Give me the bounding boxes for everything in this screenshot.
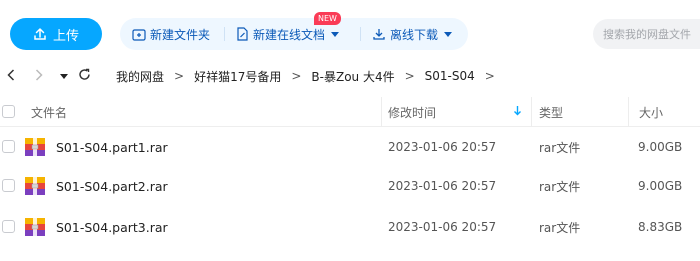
column-divider [381,97,382,127]
upload-button[interactable]: 上传 [10,18,102,50]
file-name[interactable]: S01-S04.part2.rar [56,167,168,205]
forward-button[interactable] [32,62,46,90]
file-modified: 2023-01-06 20:57 [388,179,497,193]
file-name[interactable]: S01-S04.part3.rar [56,208,168,246]
file-modified: 2023-01-06 20:57 [388,140,497,154]
chevron-right-icon: > [291,69,302,83]
column-divider [628,97,629,127]
breadcrumb: 我的网盘 > 好祥猫17号备用 > B-暴Zou 大4件 > S01-S04 > [116,62,505,90]
table-row[interactable]: S01-S04.part2.rar 2023-01-06 20:57 rar文件… [0,167,700,205]
rar-archive-icon [24,217,46,237]
nav-row: 我的网盘 > 好祥猫17号备用 > B-暴Zou 大4件 > S01-S04 > [0,62,700,90]
upload-label: 上传 [52,28,79,44]
download-icon [372,27,386,41]
breadcrumb-item[interactable]: 好祥猫17号备用 [194,68,281,85]
offline-download-label: 离线下载 [390,27,439,42]
refresh-button[interactable] [76,62,92,90]
chevron-down-icon [444,31,453,37]
file-type: rar文件 [539,220,581,235]
rar-archive-icon [24,137,46,157]
chevron-left-icon [7,68,15,84]
row-checkbox[interactable] [2,179,15,192]
folder-plus-icon [132,28,146,41]
file-size: 8.83GB [638,220,683,234]
back-button[interactable] [4,62,18,90]
row-checkbox[interactable] [2,140,15,153]
sort-down-icon [513,105,522,119]
sort-indicator[interactable] [513,97,522,127]
history-dropdown[interactable] [58,62,70,90]
file-type: rar文件 [539,140,581,155]
file-name[interactable]: S01-S04.part1.rar [56,128,168,166]
row-checkbox[interactable] [2,220,15,233]
column-divider [531,97,532,127]
select-all-checkbox[interactable] [2,105,15,118]
toolbar: 上传 新建文件夹 新建在线文档 离线下载 NEW [0,0,700,62]
breadcrumb-item[interactable]: B-暴Zou 大4件 [311,68,394,85]
chevron-right-icon: > [404,69,415,83]
file-size: 9.00GB [638,140,683,154]
doc-edit-icon [236,27,249,41]
rar-archive-icon [24,176,46,196]
chevron-right-icon: > [174,69,185,83]
table-row[interactable]: S01-S04.part3.rar 2023-01-06 20:57 rar文件… [0,208,700,246]
file-type: rar文件 [539,179,581,194]
column-header-size[interactable]: 大小 [639,97,663,127]
action-bar: 新建文件夹 新建在线文档 离线下载 [120,18,468,50]
new-folder-button[interactable]: 新建文件夹 [132,18,210,50]
search-input[interactable] [593,19,700,49]
new-online-doc-label: 新建在线文档 [253,27,326,42]
offline-download-button[interactable]: 离线下载 [372,18,453,50]
separator [224,27,225,41]
column-header-name[interactable]: 文件名 [31,97,67,127]
chevron-right-icon [35,68,43,84]
table-header: 文件名 修改时间 类型 大小 [0,97,700,127]
file-size: 9.00GB [638,179,683,193]
new-badge: NEW [314,12,341,25]
breadcrumb-item[interactable]: 我的网盘 [116,68,164,85]
table-row[interactable]: S01-S04.part1.rar 2023-01-06 20:57 rar文件… [0,128,700,166]
column-header-type[interactable]: 类型 [539,97,563,127]
chevron-down-icon [331,31,340,37]
refresh-icon [78,68,91,84]
new-folder-label: 新建文件夹 [150,27,211,42]
caret-down-icon [60,69,68,83]
column-header-modified[interactable]: 修改时间 [388,97,436,127]
separator [360,27,361,41]
file-modified: 2023-01-06 20:57 [388,220,497,234]
chevron-right-icon: > [484,69,495,83]
upload-icon [33,27,47,41]
breadcrumb-item[interactable]: S01-S04 [425,69,475,83]
